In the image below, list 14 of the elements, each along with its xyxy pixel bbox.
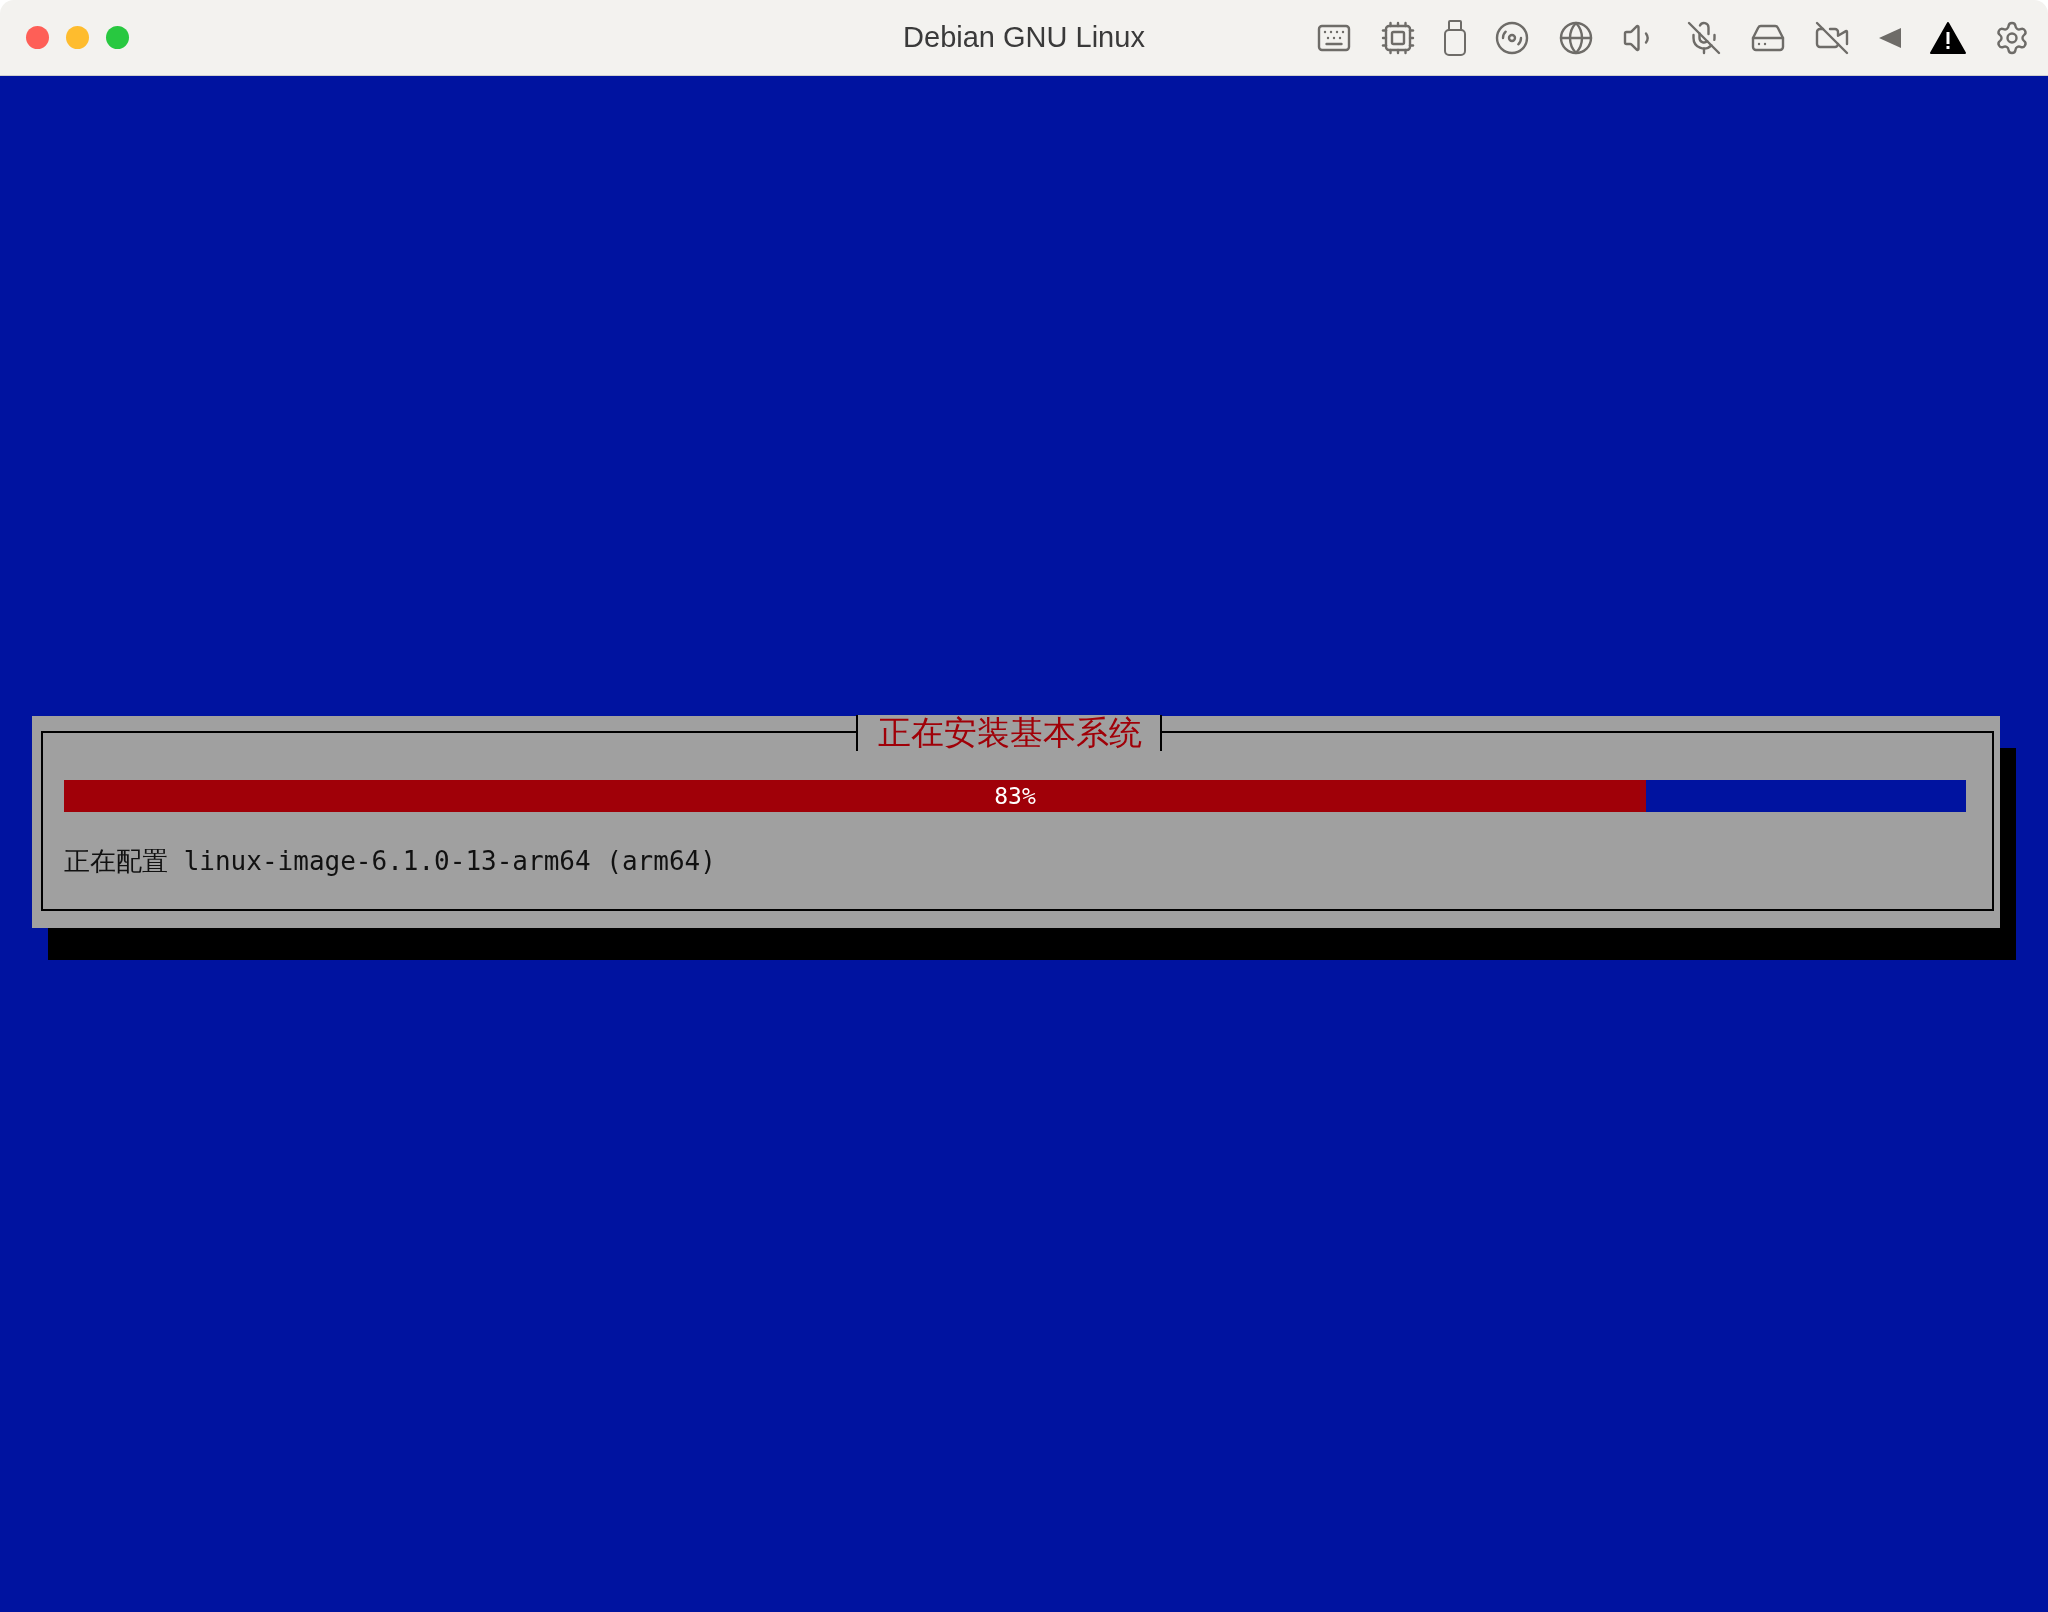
dialog-title: 正在安装基本系统 bbox=[856, 715, 1162, 751]
globe-icon[interactable] bbox=[1558, 19, 1594, 56]
settings-icon[interactable] bbox=[1994, 19, 2030, 56]
disc-icon[interactable] bbox=[1494, 19, 1530, 56]
camera-off-icon[interactable] bbox=[1814, 19, 1850, 56]
progress-percent: 83% bbox=[994, 782, 1036, 811]
window-title: Debian GNU Linux bbox=[903, 21, 1145, 54]
status-text: 正在配置 linux-image-6.1.0-13-arm64 (arm64) bbox=[64, 845, 716, 878]
warning-icon[interactable] bbox=[1930, 21, 1966, 54]
close-button[interactable] bbox=[26, 26, 49, 49]
left-triangle-icon[interactable] bbox=[1878, 26, 1902, 49]
usb-stick-icon[interactable] bbox=[1444, 19, 1466, 56]
cpu-icon[interactable] bbox=[1380, 19, 1416, 56]
muted-microphone-icon[interactable] bbox=[1686, 19, 1722, 56]
